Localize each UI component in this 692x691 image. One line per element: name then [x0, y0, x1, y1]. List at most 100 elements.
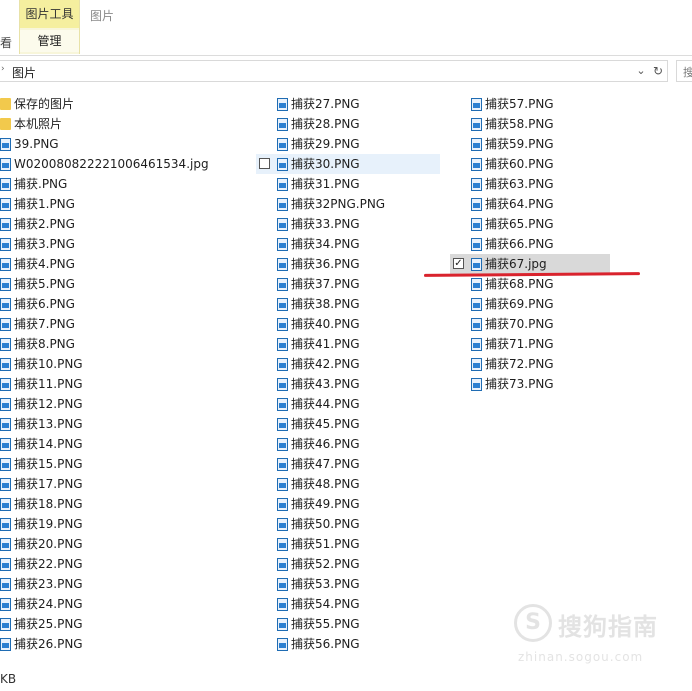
image-file-icon — [0, 638, 11, 651]
item-checkbox-checked[interactable]: ✓ — [453, 258, 464, 269]
image-file-icon — [0, 158, 11, 171]
image-file-icon — [471, 378, 482, 391]
file-name: 捕获7.PNG — [14, 317, 75, 331]
image-file-icon — [277, 278, 288, 291]
view-tab-fragment[interactable]: 看 — [0, 34, 12, 51]
item-checkbox[interactable] — [259, 158, 270, 169]
file-name: 捕获73.PNG — [485, 377, 554, 391]
image-file-icon — [0, 418, 11, 431]
watermark-text: 搜狗指南 — [558, 613, 658, 641]
status-bar-size: KB — [0, 672, 17, 686]
file-name: 捕获15.PNG — [14, 457, 83, 471]
image-file-icon — [0, 178, 11, 191]
image-file-icon — [0, 558, 11, 571]
file-name: 捕获28.PNG — [291, 117, 360, 131]
file-name: 捕获4.PNG — [14, 257, 75, 271]
file-name: 捕获52.PNG — [291, 557, 360, 571]
image-file-icon — [277, 398, 288, 411]
file-name: 捕获14.PNG — [14, 437, 83, 451]
file-name: 本机照片 — [14, 117, 63, 131]
image-file-icon — [277, 358, 288, 371]
file-name: 捕获68.PNG — [485, 277, 554, 291]
folder-icon — [0, 98, 11, 110]
image-file-icon — [277, 158, 288, 171]
image-file-icon — [471, 138, 482, 151]
file-name: 捕获60.PNG — [485, 157, 554, 171]
image-file-icon — [0, 478, 11, 491]
image-file-icon — [277, 238, 288, 251]
image-file-icon — [277, 138, 288, 151]
address-bar[interactable]: › 图片 ⌄ ↻ — [0, 60, 668, 82]
watermark-logo-icon: S — [514, 604, 552, 642]
file-name: 捕获44.PNG — [291, 397, 360, 411]
image-file-icon — [0, 298, 11, 311]
file-name: W020080822221006461534.jpg — [14, 157, 209, 171]
watermark: S 搜狗指南 zhinan.sogou.com — [514, 604, 674, 674]
tab-pictures[interactable]: 图片 — [90, 7, 114, 24]
file-name: 捕获48.PNG — [291, 477, 360, 491]
file-name: 捕获69.PNG — [485, 297, 554, 311]
file-name: 捕获51.PNG — [291, 537, 360, 551]
breadcrumb[interactable]: 图片 — [12, 64, 36, 81]
file-name: 捕获36.PNG — [291, 257, 360, 271]
file-name: 捕获53.PNG — [291, 577, 360, 591]
file-name: 捕获43.PNG — [291, 377, 360, 391]
file-name: 捕获65.PNG — [485, 217, 554, 231]
image-file-icon — [0, 618, 11, 631]
file-name: 捕获1.PNG — [14, 197, 75, 211]
image-file-icon — [277, 98, 288, 111]
search-input[interactable]: 搜 — [676, 60, 692, 82]
file-name: 捕获24.PNG — [14, 597, 83, 611]
image-file-icon — [277, 338, 288, 351]
file-name: 捕获64.PNG — [485, 197, 554, 211]
breadcrumb-arrow-icon[interactable]: › — [1, 64, 5, 74]
image-file-icon — [0, 198, 11, 211]
image-file-icon — [0, 398, 11, 411]
file-name: 捕获6.PNG — [14, 297, 75, 311]
image-file-icon — [471, 298, 482, 311]
file-name: 捕获71.PNG — [485, 337, 554, 351]
file-name: 捕获11.PNG — [14, 377, 83, 391]
image-file-icon — [471, 318, 482, 331]
image-file-icon — [277, 378, 288, 391]
file-name: 捕获13.PNG — [14, 417, 83, 431]
image-file-icon — [277, 598, 288, 611]
file-name: 捕获32PNG.PNG — [291, 197, 386, 211]
image-file-icon — [0, 258, 11, 271]
file-name: 捕获22.PNG — [14, 557, 83, 571]
refresh-icon[interactable]: ↻ — [650, 63, 666, 79]
watermark-url: zhinan.sogou.com — [518, 650, 644, 664]
file-name: 捕获19.PNG — [14, 517, 83, 531]
image-file-icon — [471, 278, 482, 291]
file-name: 捕获46.PNG — [291, 437, 360, 451]
image-file-icon — [277, 538, 288, 551]
image-file-icon — [471, 258, 482, 271]
image-file-icon — [0, 338, 11, 351]
image-file-icon — [0, 238, 11, 251]
file-name: 捕获20.PNG — [14, 537, 83, 551]
image-file-icon — [471, 158, 482, 171]
file-name: 捕获18.PNG — [14, 497, 83, 511]
tab-manage[interactable]: 管理 — [20, 30, 79, 52]
image-file-icon — [0, 578, 11, 591]
image-file-icon — [277, 118, 288, 131]
file-name: 捕获31.PNG — [291, 177, 360, 191]
file-name: 捕获55.PNG — [291, 617, 360, 631]
file-name: 捕获33.PNG — [291, 217, 360, 231]
image-file-icon — [471, 198, 482, 211]
image-file-icon — [0, 538, 11, 551]
image-file-icon — [277, 638, 288, 651]
file-name: 捕获40.PNG — [291, 317, 360, 331]
file-name: 捕获12.PNG — [14, 397, 83, 411]
file-name: 保存的图片 — [14, 97, 75, 111]
file-name: 捕获47.PNG — [291, 457, 360, 471]
image-file-icon — [277, 558, 288, 571]
picture-tools-group: 图片工具 管理 — [19, 0, 80, 54]
file-name: 捕获2.PNG — [14, 217, 75, 231]
image-file-icon — [277, 218, 288, 231]
chevron-down-icon[interactable]: ⌄ — [634, 63, 648, 79]
file-name: 捕获45.PNG — [291, 417, 360, 431]
file-name: 捕获29.PNG — [291, 137, 360, 151]
file-name: 捕获.PNG — [14, 177, 68, 191]
image-file-icon — [277, 618, 288, 631]
